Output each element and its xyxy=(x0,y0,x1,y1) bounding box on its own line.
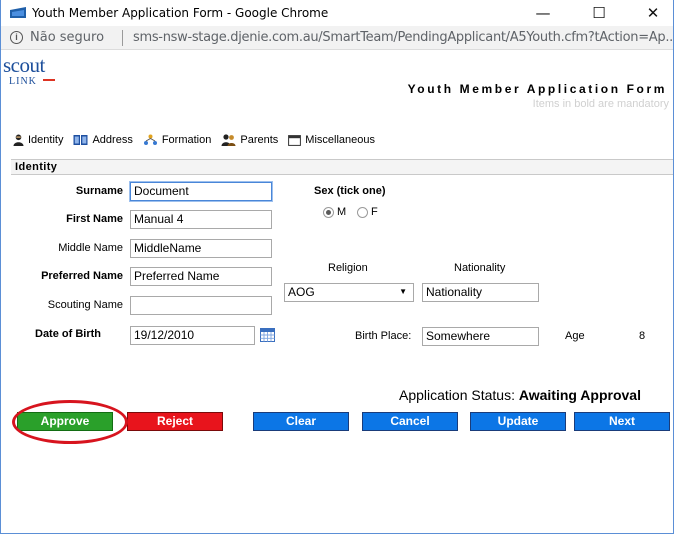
calendar-icon[interactable] xyxy=(260,328,275,342)
parents-icon xyxy=(221,134,236,146)
birth-place-label: Birth Place: xyxy=(355,330,412,342)
window-icon xyxy=(288,134,302,146)
scouting-name-input[interactable] xyxy=(130,296,272,315)
tab-parents[interactable]: Parents xyxy=(221,134,278,146)
app-window-icon xyxy=(10,7,26,18)
maximize-button[interactable]: ☐ xyxy=(577,0,621,26)
browser-window: Youth Member Application Form - Google C… xyxy=(0,0,674,534)
application-status: Application Status: Awaiting Approval xyxy=(399,387,641,403)
address-bar[interactable]: i Não seguro sms-nsw-stage.djenie.com.au… xyxy=(1,26,674,50)
surname-input[interactable]: Document xyxy=(130,182,272,201)
chevron-down-icon: ▼ xyxy=(399,287,407,296)
approve-button[interactable]: Approve xyxy=(17,412,113,431)
url-text[interactable]: sms-nsw-stage.djenie.com.au/SmartTeam/Pe… xyxy=(133,30,674,45)
reject-button[interactable]: Reject xyxy=(127,412,223,431)
sex-m-radio[interactable] xyxy=(323,207,334,218)
status-value: Awaiting Approval xyxy=(518,387,641,403)
logo-accent xyxy=(43,79,55,83)
date-of-birth-input[interactable]: 19/12/2010 xyxy=(130,326,255,345)
tab-address[interactable]: Address xyxy=(73,134,133,146)
surname-label: Surname xyxy=(75,185,123,197)
first-name-label: First Name xyxy=(66,213,123,225)
title-bar: Youth Member Application Form - Google C… xyxy=(1,0,673,26)
minimize-button[interactable]: — xyxy=(521,0,565,26)
window-title: Youth Member Application Form - Google C… xyxy=(32,6,329,20)
middle-name-input[interactable]: MiddleName xyxy=(130,239,272,258)
age-label: Age xyxy=(565,330,585,342)
tab-miscellaneous[interactable]: Miscellaneous xyxy=(288,134,375,146)
person-icon xyxy=(13,134,24,146)
preferred-name-input[interactable]: Preferred Name xyxy=(130,267,272,286)
age-value: 8 xyxy=(639,330,646,342)
tab-formation[interactable]: Formation xyxy=(143,134,211,146)
sex-f-radio[interactable] xyxy=(357,207,368,218)
info-icon[interactable]: i xyxy=(10,31,23,44)
sex-label: Sex (tick one) xyxy=(314,185,386,197)
address-separator xyxy=(122,30,123,46)
religion-label: Religion xyxy=(328,262,368,274)
first-name-input[interactable]: Manual 4 xyxy=(130,210,272,229)
nationality-label: Nationality xyxy=(454,262,506,274)
tab-bar: Identity Address Formation Parents Misce… xyxy=(13,132,385,148)
formation-icon xyxy=(143,134,157,145)
birth-place-input[interactable]: Somewhere xyxy=(422,327,539,346)
mandatory-note: Items in bold are mandatory xyxy=(532,98,669,110)
address-book-icon xyxy=(73,135,88,145)
page-content: scout LINK Youth Member Application Form… xyxy=(1,51,673,533)
scoutlink-logo: scout LINK xyxy=(3,53,85,91)
sex-f-label: F xyxy=(371,206,378,218)
close-button[interactable]: ✕ xyxy=(631,0,674,26)
next-button[interactable]: Next xyxy=(574,412,670,431)
tab-identity[interactable]: Identity xyxy=(13,134,63,146)
religion-select[interactable]: AOG ▼ xyxy=(284,283,414,302)
preferred-name-label: Preferred Name xyxy=(41,270,123,282)
clear-button[interactable]: Clear xyxy=(253,412,349,431)
cancel-button[interactable]: Cancel xyxy=(362,412,458,431)
sex-m-label: M xyxy=(337,206,347,218)
not-secure-label[interactable]: Não seguro xyxy=(30,30,104,45)
scouting-name-label: Scouting Name xyxy=(47,299,123,311)
section-header-identity: Identity xyxy=(11,159,673,175)
update-button[interactable]: Update xyxy=(470,412,566,431)
middle-name-label: Middle Name xyxy=(58,242,123,254)
page-title: Youth Member Application Form xyxy=(407,82,667,96)
nationality-input[interactable]: Nationality xyxy=(422,283,539,302)
date-of-birth-label: Date of Birth xyxy=(35,328,101,340)
